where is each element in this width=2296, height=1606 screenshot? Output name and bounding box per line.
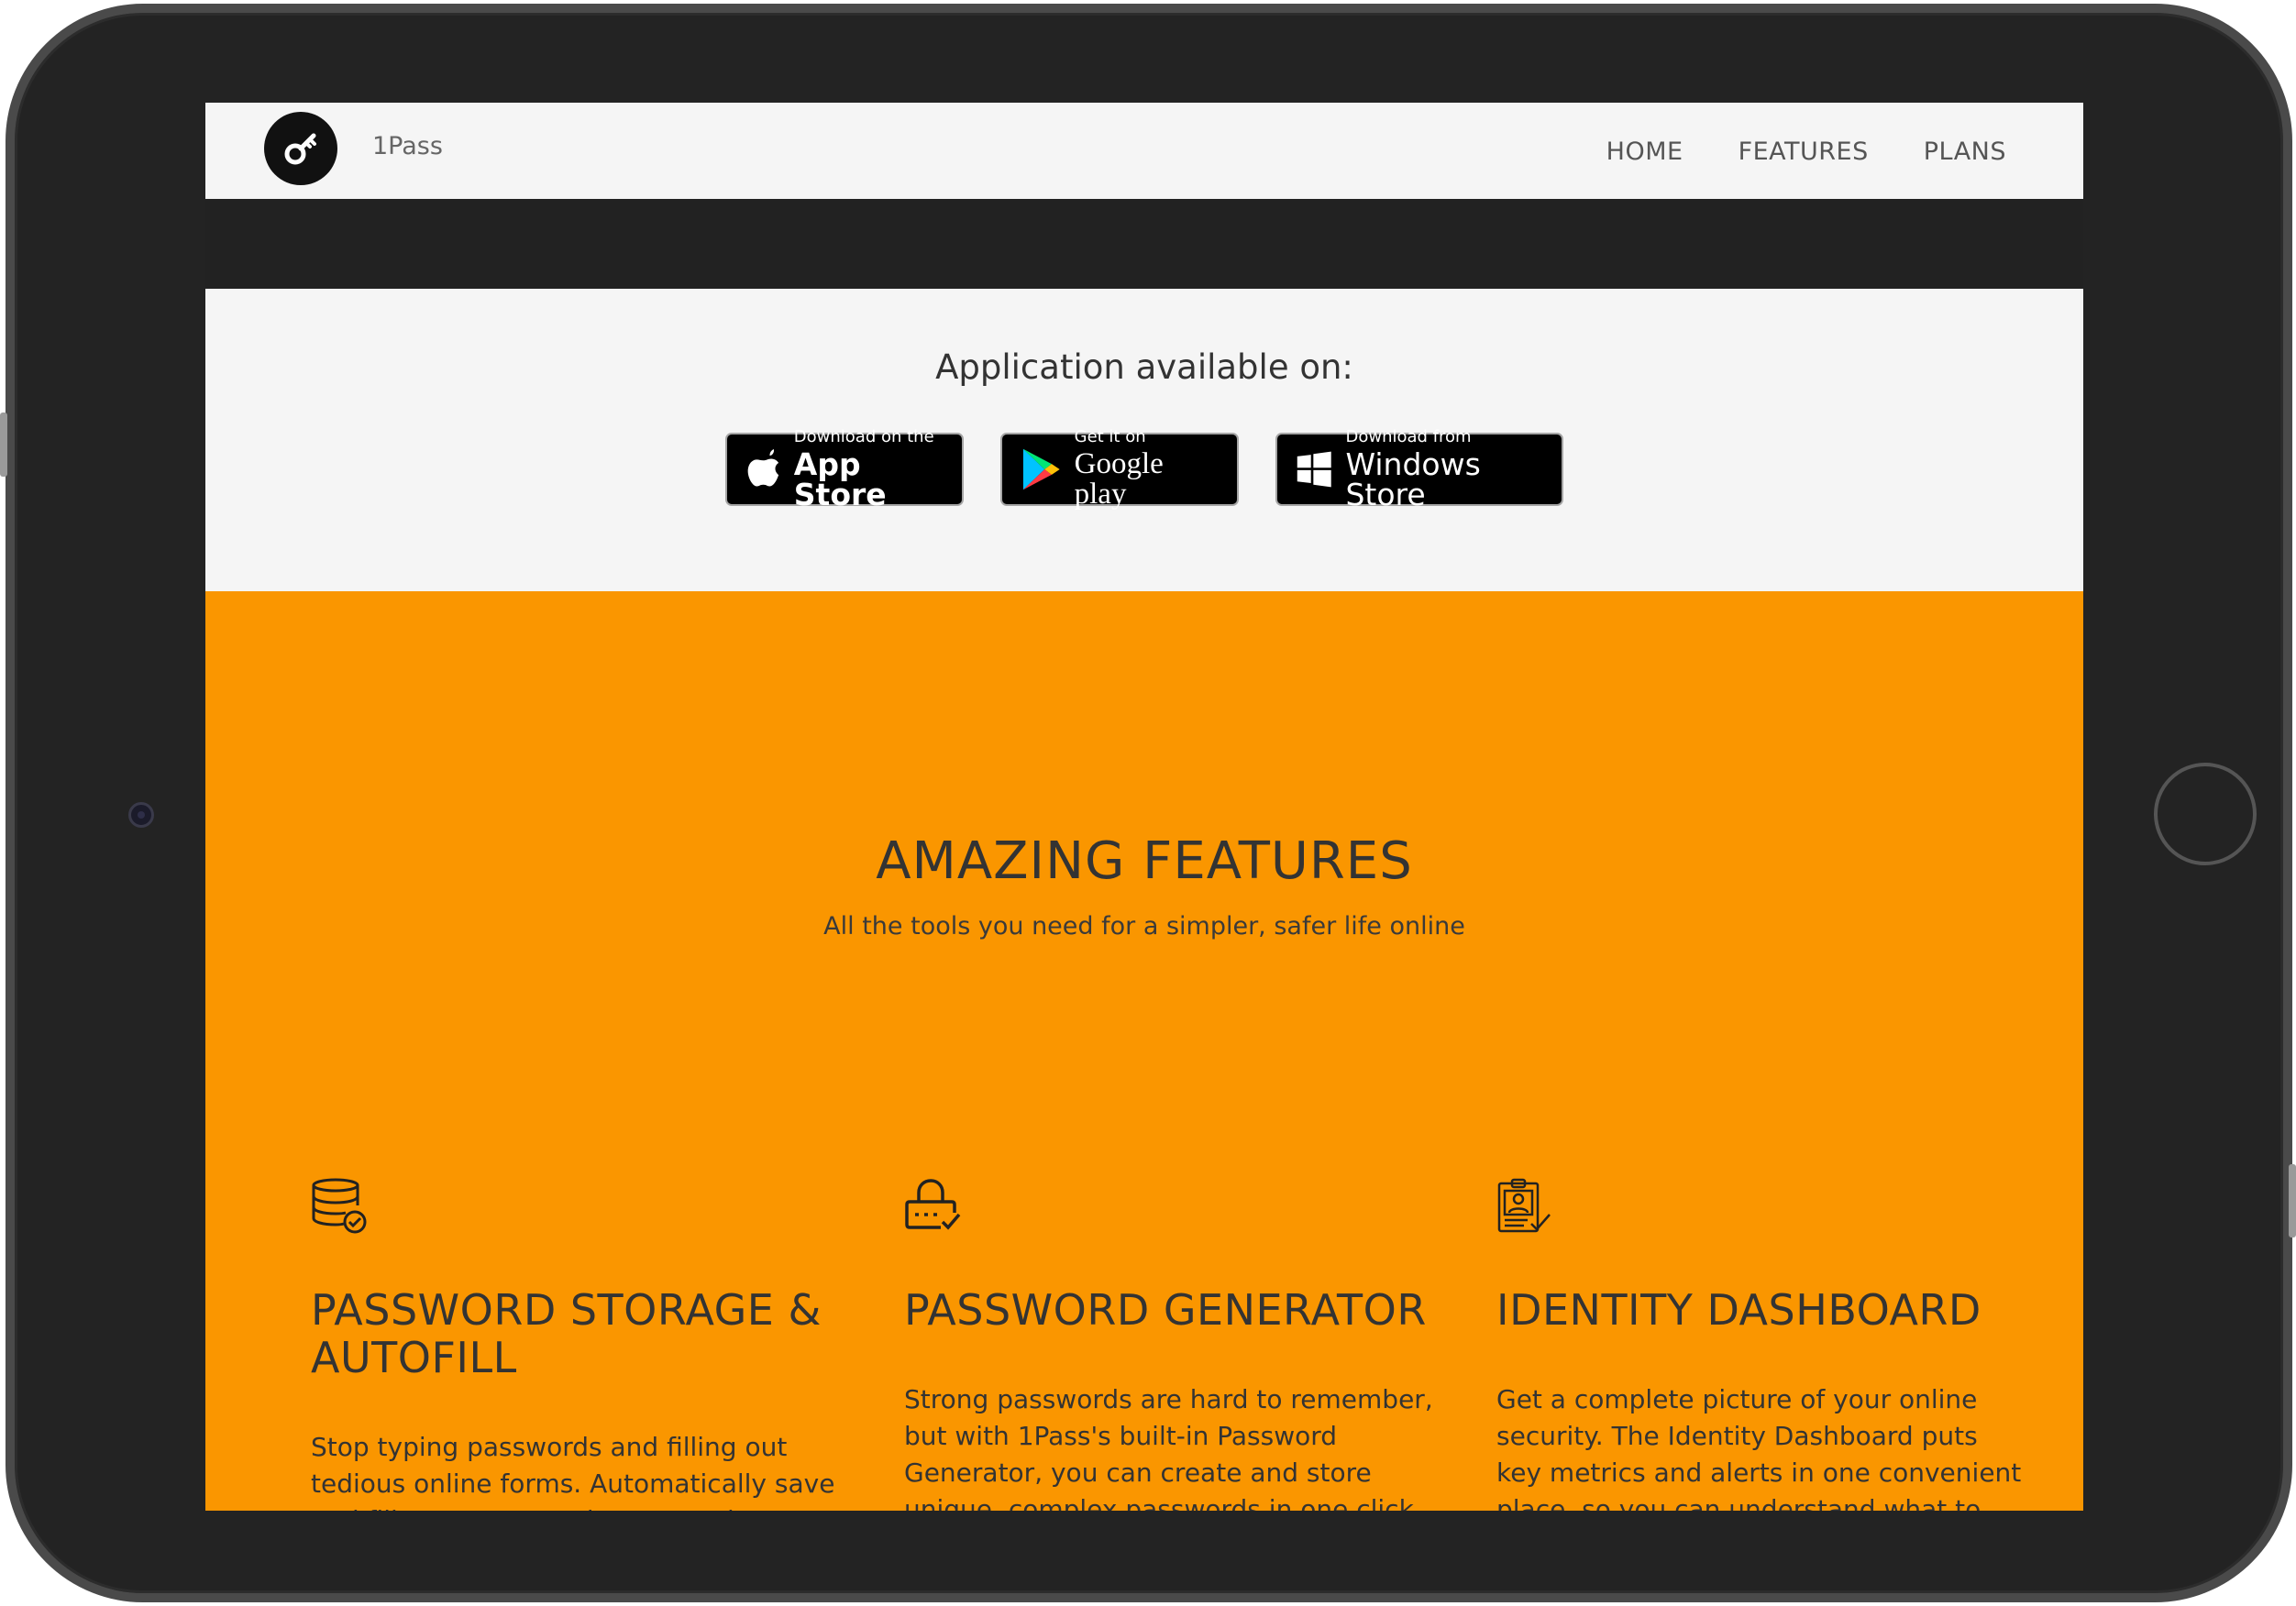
feature-title-storage: PASSWORD STORAGE & AUTOFILL xyxy=(311,1285,822,1382)
side-button xyxy=(0,412,7,477)
google-play-badge-big: Google play xyxy=(1074,447,1164,511)
windows-store-badge-big: Windows Store xyxy=(1345,446,1481,512)
google-play-icon xyxy=(1022,448,1060,490)
front-camera xyxy=(128,802,154,828)
google-play-badge[interactable]: Get it on Google play xyxy=(1000,429,1239,510)
features-section: AMAZING FEATURES All the tools you need … xyxy=(205,591,2083,1511)
side-button xyxy=(2289,1164,2296,1238)
app-store-badge[interactable]: Download on the App Store xyxy=(725,429,964,510)
feature-card-generator: PASSWORD GENERATOR Strong passwords are … xyxy=(904,1178,1436,1511)
features-subtitle: All the tools you need for a simpler, sa… xyxy=(823,912,1465,940)
id-badge-check-icon xyxy=(1497,1178,1551,1233)
nav-home-link[interactable]: HOME xyxy=(1606,138,1683,166)
feature-text-generator: Strong passwords are hard to remember, b… xyxy=(904,1384,1433,1511)
feature-title-identity: IDENTITY DASHBOARD xyxy=(1496,1285,1981,1335)
features-title: AMAZING FEATURES xyxy=(876,831,1413,891)
feature-title-generator: PASSWORD GENERATOR xyxy=(904,1285,1427,1335)
apps-title: Application available on: xyxy=(935,347,1353,387)
feature-card-storage: PASSWORD STORAGE & AUTOFILL Stop typing … xyxy=(311,1178,843,1511)
database-check-icon xyxy=(312,1178,367,1234)
browser-screen: 1Pass HOME FEATURES PLANS Application av… xyxy=(205,103,2083,1511)
home-button[interactable] xyxy=(2154,763,2257,865)
hero-band xyxy=(205,199,2083,289)
feature-text-identity: Get a complete picture of your online se… xyxy=(1496,1384,2022,1511)
nav-plans-link[interactable]: PLANS xyxy=(1924,138,2006,166)
brand-name[interactable]: 1Pass xyxy=(372,132,443,160)
main-menu: HOME FEATURES PLANS xyxy=(1606,138,2006,166)
app-store-badge-small: Download on the xyxy=(793,427,934,446)
key-icon xyxy=(284,133,316,165)
logo[interactable] xyxy=(264,112,337,185)
app-store-badge-big: App Store xyxy=(793,446,887,512)
feature-card-identity: IDENTITY DASHBOARD Get a complete pictur… xyxy=(1496,1178,2028,1511)
store-badges: Download on the App Store Get it on Goog… xyxy=(205,429,2083,510)
windows-store-badge-small: Download from xyxy=(1345,427,1472,446)
apple-icon xyxy=(747,448,779,487)
lock-check-icon xyxy=(905,1179,961,1230)
windows-store-badge[interactable]: Download from Windows Store xyxy=(1275,429,1563,510)
app-availability-section: Application available on: Download on th… xyxy=(205,289,2083,591)
feature-text-storage: Stop typing passwords and filling out te… xyxy=(311,1432,835,1511)
windows-icon xyxy=(1297,451,1331,488)
nav-features-link[interactable]: FEATURES xyxy=(1739,138,1869,166)
google-play-badge-small: Get it on xyxy=(1074,427,1146,446)
top-navbar: 1Pass HOME FEATURES PLANS xyxy=(205,103,2083,199)
